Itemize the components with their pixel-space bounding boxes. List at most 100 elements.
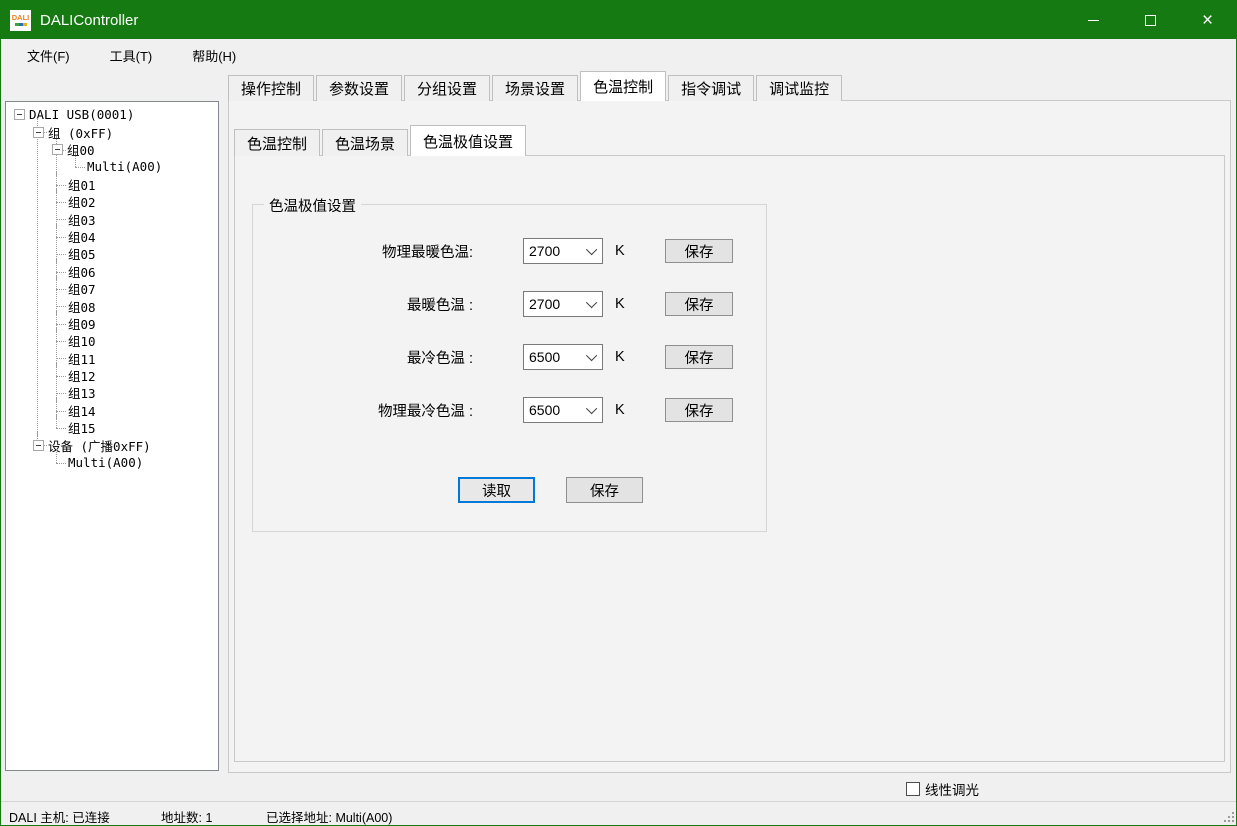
- device-tree-panel: DALI USB(0001)组 (0xFF)组00Multi(A00)组01组0…: [5, 101, 219, 771]
- ct-value-text: 2700: [524, 296, 584, 312]
- tree-node-label[interactable]: 组15: [68, 418, 96, 437]
- kelvin-unit-label: K: [615, 402, 633, 418]
- tree-node[interactable]: 组01: [68, 176, 218, 193]
- main-tab-strip: 操作控制参数设置分组设置场景设置色温控制指令调试调试监控: [228, 74, 844, 101]
- minimize-button[interactable]: [1065, 1, 1122, 39]
- main-tab[interactable]: 场景设置: [492, 75, 578, 101]
- tree-node[interactable]: 组15: [68, 419, 218, 436]
- tree-node[interactable]: 组12: [68, 367, 218, 384]
- tree-collapse-icon[interactable]: [33, 127, 44, 138]
- main-tab[interactable]: 操作控制: [228, 75, 314, 101]
- row-save-button[interactable]: 保存: [665, 292, 733, 316]
- main-tab[interactable]: 指令调试: [668, 75, 754, 101]
- menu-item[interactable]: 文件(F): [14, 41, 83, 70]
- tree-node-label[interactable]: 组04: [68, 227, 96, 246]
- sub-tab-page: 色温极值设置 物理最暖色温: 2700 K 保存 最暖色温 :: [234, 155, 1225, 762]
- title-bar: DALI DALIController ×: [1, 1, 1236, 39]
- maximize-icon: [1145, 15, 1156, 26]
- app-window: DALI DALIController × 文件(F) 工具(T) 帮助(H) DA…: [0, 0, 1237, 826]
- tree-node-label[interactable]: 组14: [68, 401, 96, 420]
- ct-value-combobox[interactable]: 6500: [523, 397, 603, 423]
- tree-collapse-icon[interactable]: [33, 440, 44, 451]
- ct-value-combobox[interactable]: 2700: [523, 238, 603, 264]
- tree-node[interactable]: 组07: [68, 280, 218, 297]
- tree-node[interactable]: Multi(A00): [68, 454, 218, 471]
- ct-limit-label: 最冷色温 :: [253, 347, 473, 368]
- tree-node[interactable]: 组02: [68, 193, 218, 210]
- tree-node[interactable]: 组13: [68, 384, 218, 401]
- tree-node[interactable]: 组06: [68, 263, 218, 280]
- tree-collapse-icon[interactable]: [14, 109, 25, 120]
- tree-node[interactable]: 组09: [68, 315, 218, 332]
- status-host-connection: DALI 主机: 已连接: [9, 807, 110, 826]
- row-save-button[interactable]: 保存: [665, 398, 733, 422]
- sub-tab[interactable]: 色温极值设置: [410, 125, 526, 156]
- chevron-down-icon[interactable]: [584, 300, 602, 308]
- main-tab[interactable]: 调试监控: [756, 75, 842, 101]
- tree-node-label[interactable]: 设备 (广播0xFF): [48, 436, 151, 455]
- close-icon: ×: [1202, 11, 1213, 30]
- close-button[interactable]: ×: [1179, 1, 1236, 39]
- sub-tab-strip: 色温控制色温场景色温极值设置: [234, 128, 528, 156]
- tree-node[interactable]: DALI USB(0001)组 (0xFF)组00Multi(A00)组01组0…: [30, 106, 218, 471]
- tree-node-label[interactable]: Multi(A00): [87, 159, 162, 174]
- read-button[interactable]: 读取: [458, 477, 535, 503]
- tree-node-label[interactable]: 组03: [68, 210, 96, 229]
- tree-node-label[interactable]: 组12: [68, 366, 96, 385]
- tree-node[interactable]: 组08: [68, 297, 218, 314]
- menu-bar: 文件(F) 工具(T) 帮助(H): [2, 39, 1237, 72]
- save-button[interactable]: 保存: [566, 477, 643, 503]
- kelvin-unit-label: K: [615, 296, 633, 312]
- row-save-button[interactable]: 保存: [665, 239, 733, 263]
- menu-item[interactable]: 工具(T): [97, 41, 166, 70]
- tree-node-label[interactable]: 组09: [68, 314, 96, 333]
- tree-node[interactable]: 组 (0xFF)组00Multi(A00)组01组02组03组04组05组06组…: [49, 123, 218, 436]
- tree-node[interactable]: 组14: [68, 402, 218, 419]
- ct-value-combobox[interactable]: 2700: [523, 291, 603, 317]
- ct-value-combobox[interactable]: 6500: [523, 344, 603, 370]
- linear-dimming-checkbox-group[interactable]: 线性调光: [906, 779, 979, 799]
- tree-collapse-icon[interactable]: [52, 144, 63, 155]
- tree-node-label[interactable]: 组13: [68, 383, 96, 402]
- menu-item[interactable]: 帮助(H): [179, 41, 249, 70]
- chevron-down-icon[interactable]: [584, 247, 602, 255]
- tree-node[interactable]: Multi(A00): [87, 158, 218, 175]
- tree-node-label[interactable]: 组08: [68, 297, 96, 316]
- tree-node[interactable]: 组05: [68, 245, 218, 262]
- row-save-button[interactable]: 保存: [665, 345, 733, 369]
- tree-node-label[interactable]: 组00: [67, 140, 95, 159]
- main-tab[interactable]: 参数设置: [316, 75, 402, 101]
- minimize-icon: [1088, 20, 1099, 21]
- tree-node[interactable]: 组10: [68, 332, 218, 349]
- main-tab[interactable]: 分组设置: [404, 75, 490, 101]
- ct-limit-row: 最暖色温 : 2700 K 保存: [253, 291, 766, 317]
- tree-node-label[interactable]: 组10: [68, 331, 96, 350]
- sub-tab[interactable]: 色温场景: [322, 129, 408, 156]
- tree-node[interactable]: 组03: [68, 210, 218, 227]
- ct-limit-rows: 物理最暖色温: 2700 K 保存 最暖色温 : 2700: [253, 238, 766, 450]
- maximize-button[interactable]: [1122, 1, 1179, 39]
- main-tab[interactable]: 色温控制: [580, 71, 666, 101]
- chevron-down-icon[interactable]: [584, 406, 602, 414]
- resize-grip[interactable]: [1222, 810, 1234, 822]
- tree-node-label[interactable]: DALI USB(0001): [29, 107, 134, 122]
- sub-tab[interactable]: 色温控制: [234, 129, 320, 156]
- tree-node-label[interactable]: 组06: [68, 262, 96, 281]
- window-controls: ×: [1065, 1, 1236, 39]
- tree-node-label[interactable]: 组01: [68, 175, 96, 194]
- tree-node-label[interactable]: 组11: [68, 349, 96, 368]
- kelvin-unit-label: K: [615, 349, 633, 365]
- chevron-down-icon[interactable]: [584, 353, 602, 361]
- tree-node[interactable]: 组00Multi(A00): [68, 141, 218, 176]
- tree-node-label[interactable]: 组 (0xFF): [48, 123, 113, 142]
- tree-node-label[interactable]: 组07: [68, 279, 96, 298]
- tree-node-label[interactable]: 组02: [68, 192, 96, 211]
- tree-node[interactable]: 组04: [68, 228, 218, 245]
- linear-dimming-checkbox[interactable]: [906, 782, 920, 796]
- status-selected-address: 已选择地址: Multi(A00): [266, 807, 392, 826]
- tree-node[interactable]: 设备 (广播0xFF)Multi(A00): [49, 436, 218, 471]
- tree-node-label[interactable]: Multi(A00): [68, 455, 143, 470]
- tree-node[interactable]: 组11: [68, 349, 218, 366]
- tree-node-label[interactable]: 组05: [68, 244, 96, 263]
- footer-row: 线性调光: [1, 773, 1237, 801]
